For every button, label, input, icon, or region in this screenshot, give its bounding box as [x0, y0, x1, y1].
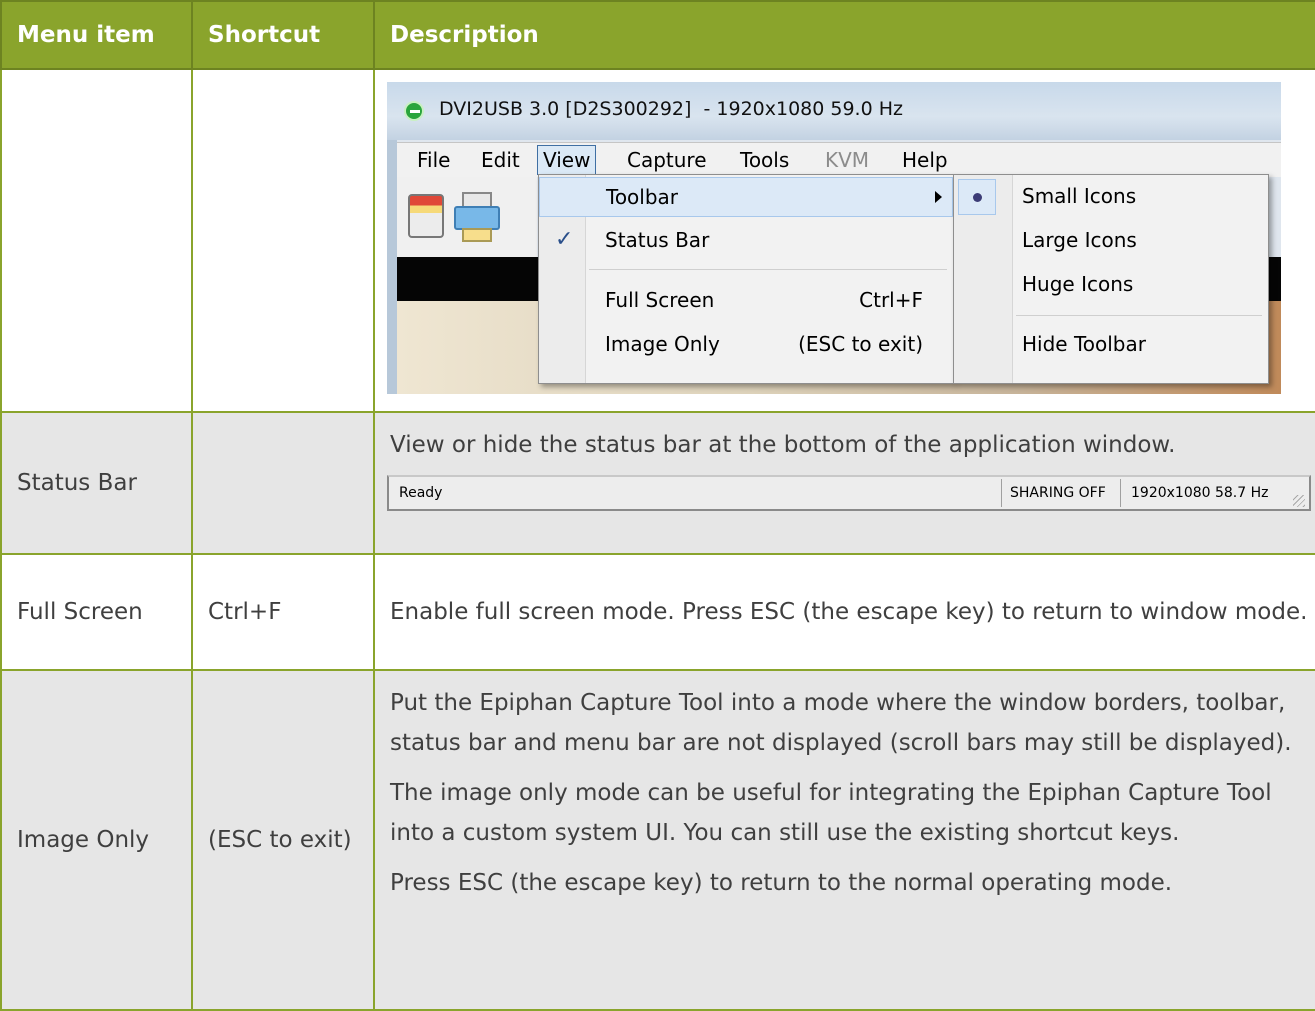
menu-bar: File Edit View Capture Tools KVM Help [397, 142, 1281, 177]
submenu-item-hide-toolbar-label: Hide Toolbar [1022, 332, 1146, 356]
cell-menu-item-empty [0, 68, 193, 413]
cell-menu-item: Image Only [0, 669, 193, 1011]
cell-description: Put the Epiphan Capture Tool into a mode… [373, 669, 1315, 1011]
print-icon [454, 192, 500, 242]
checkmark-icon: ✓ [555, 227, 574, 252]
description-paragraph: Put the Epiphan Capture Tool into a mode… [390, 690, 1292, 756]
status-sharing-text: SHARING OFF [1010, 485, 1106, 501]
menu-item-toolbar-label: Toolbar [606, 185, 679, 209]
submenu-item-large-icons-label: Large Icons [1022, 228, 1137, 252]
status-resolution-text: 1920x1080 58.7 Hz [1131, 485, 1269, 501]
column-header-menu-item: Menu item [0, 0, 193, 70]
table-row: DVI2USB 3.0 [D2S300292] - 1920x1080 59.0… [0, 68, 1315, 413]
status-ready-text: Ready [399, 485, 443, 501]
window-frame [387, 140, 397, 394]
cell-menu-item: Status Bar [0, 411, 193, 555]
cell-shortcut: Ctrl+F [191, 553, 375, 671]
cell-screenshot: DVI2USB 3.0 [D2S300292] - 1920x1080 59.0… [373, 68, 1315, 413]
menu-item-full-screen: Full Screen Ctrl+F [539, 281, 953, 321]
submenu-separator [1016, 315, 1262, 316]
cell-menu-item: Full Screen [0, 553, 193, 671]
table-row: Image Only (ESC to exit) Put the Epiphan… [0, 669, 1315, 1011]
menu-item-image-only: Image Only (ESC to exit) [539, 325, 953, 365]
status-bar-screenshot: Ready SHARING OFF 1920x1080 58.7 Hz [387, 475, 1311, 511]
menu-view: View [537, 145, 597, 175]
resize-grip-icon [1293, 495, 1305, 507]
menu-capture: Capture [627, 148, 707, 172]
window-titlebar: DVI2USB 3.0 [D2S300292] - 1920x1080 59.0… [387, 82, 1281, 140]
menu-edit: Edit [481, 148, 520, 172]
column-header-description: Description [373, 0, 1315, 70]
cell-description: Enable full screen mode. Press ESC (the … [373, 553, 1315, 671]
table-row: Full Screen Ctrl+F Enable full screen mo… [0, 553, 1315, 671]
submenu-item-small-icons-label: Small Icons [1022, 184, 1137, 208]
description-paragraph: Press ESC (the escape key) to return to … [390, 870, 1173, 896]
menu-separator [589, 269, 947, 270]
cell-description: View or hide the status bar at the botto… [373, 411, 1315, 555]
save-icon [408, 194, 444, 238]
menu-item-image-only-label: Image Only [605, 332, 720, 356]
submenu-item-huge-icons: Huge Icons [954, 265, 1268, 305]
cell-shortcut-empty [191, 68, 375, 413]
table-row: Status Bar View or hide the status bar a… [0, 411, 1315, 555]
menu-item-image-only-shortcut: (ESC to exit) [798, 332, 923, 356]
column-header-shortcut: Shortcut [191, 0, 375, 70]
menu-tools: Tools [740, 148, 790, 172]
menu-item-status-bar-label: Status Bar [605, 228, 710, 252]
toolbar-submenu: Small Icons Large Icons Huge Icons Hide … [953, 174, 1269, 384]
menu-item-full-screen-label: Full Screen [605, 288, 715, 312]
submenu-item-large-icons: Large Icons [954, 221, 1268, 261]
view-dropdown-menu: Toolbar ✓ Status Bar Full Screen Ctrl+F … [538, 174, 954, 384]
menu-file: File [417, 148, 451, 172]
epiphan-app-icon [404, 101, 424, 121]
description-paragraph: The image only mode can be useful for in… [390, 780, 1272, 846]
description-text: View or hide the status bar at the botto… [390, 432, 1176, 458]
description-text: Enable full screen mode. Press ESC (the … [390, 599, 1308, 625]
submenu-item-hide-toolbar: Hide Toolbar [954, 325, 1268, 365]
submenu-arrow-icon [935, 191, 942, 203]
menu-item-status-bar: ✓ Status Bar [539, 221, 953, 261]
menu-help: Help [902, 148, 948, 172]
radio-selected-icon [958, 179, 996, 215]
cell-shortcut: (ESC to exit) [191, 669, 375, 1011]
submenu-item-small-icons: Small Icons [954, 177, 1268, 217]
window-title: DVI2USB 3.0 [D2S300292] - 1920x1080 59.0… [439, 98, 903, 120]
menu-item-toolbar: Toolbar [539, 177, 953, 217]
submenu-item-huge-icons-label: Huge Icons [1022, 272, 1134, 296]
table-header-row: Menu item Shortcut Description [0, 0, 1315, 70]
view-menu-screenshot: DVI2USB 3.0 [D2S300292] - 1920x1080 59.0… [387, 82, 1281, 394]
cell-shortcut [191, 411, 375, 555]
menu-reference-table: Menu item Shortcut Description DVI2USB 3… [0, 0, 1315, 1011]
menu-item-full-screen-shortcut: Ctrl+F [859, 288, 923, 312]
menu-kvm: KVM [825, 148, 870, 172]
